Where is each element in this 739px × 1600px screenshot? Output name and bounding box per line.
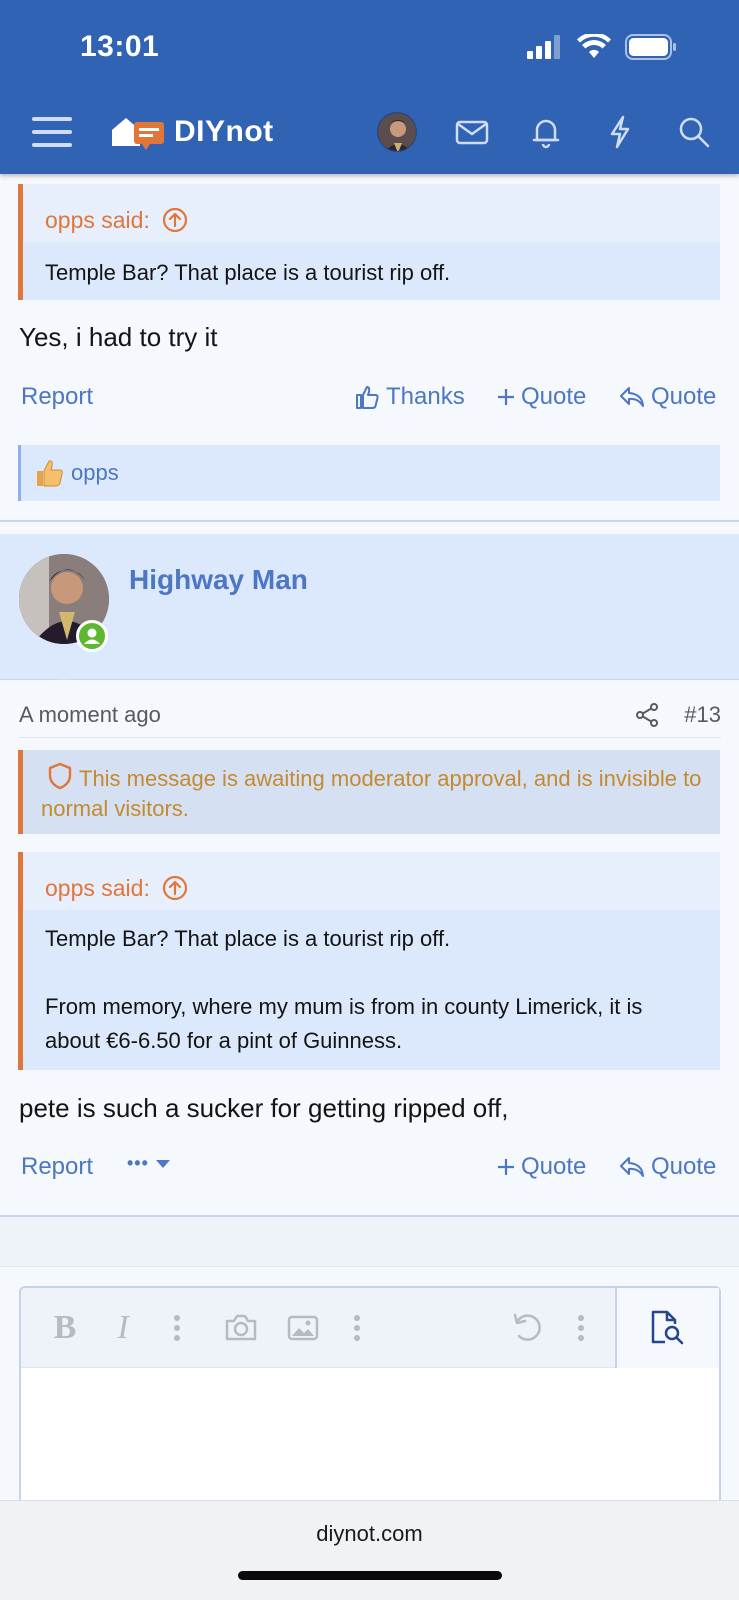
more-options-button[interactable]: •••: [127, 1153, 171, 1174]
app-header: 13:01 DIYnot: [0, 0, 739, 174]
card-pointer: [48, 679, 80, 695]
shield-icon: [48, 762, 72, 790]
quote-block: opps said: Temple Bar? That place is a t…: [18, 184, 720, 300]
image-icon[interactable]: [283, 1308, 323, 1348]
more-icon[interactable]: [561, 1308, 601, 1348]
online-status-icon: [76, 620, 108, 652]
bell-icon[interactable]: [528, 114, 564, 150]
multi-quote-label-2: Quote: [521, 1153, 587, 1180]
user-card: Highway Man: [0, 534, 739, 695]
post-divider: [0, 520, 739, 522]
section-band: [0, 1215, 739, 1267]
multi-quote-label: Quote: [521, 383, 587, 410]
thanks-label: Thanks: [386, 383, 465, 410]
quote-text-2: Temple Bar? That place is a tourist rip …: [23, 910, 720, 1070]
post-message: Yes, i had to try it: [19, 322, 218, 352]
browser-url-bar[interactable]: diynot.com: [0, 1500, 739, 1600]
thumbs-up-emoji-icon: [37, 460, 63, 487]
reply-editor[interactable]: B I: [19, 1286, 721, 1516]
arrow-up-circle-icon[interactable]: [162, 875, 188, 901]
quote-button-2[interactable]: Quote: [619, 1153, 716, 1181]
post-actions-2: Report ••• Quote Quote: [0, 1153, 739, 1193]
search-icon[interactable]: [676, 114, 712, 150]
caret-down-icon: [155, 1159, 170, 1168]
reply-icon: [620, 1157, 644, 1177]
camera-icon[interactable]: [221, 1308, 261, 1348]
quote-header[interactable]: opps said:: [23, 184, 720, 242]
multi-quote-button[interactable]: Quote: [497, 383, 586, 411]
plus-icon: [498, 389, 514, 405]
plus-icon: [498, 1159, 514, 1175]
site-logo[interactable]: DIYnot: [110, 112, 274, 152]
more-icon[interactable]: [337, 1308, 377, 1348]
thumbs-up-icon: [356, 386, 379, 409]
url-text[interactable]: diynot.com: [0, 1521, 739, 1547]
quote-author-2[interactable]: opps said:: [45, 875, 150, 902]
reaction-user[interactable]: opps: [71, 460, 119, 486]
wifi-icon: [577, 34, 611, 58]
report-label-2: Report: [21, 1153, 94, 1180]
nav-bar: DIYnot: [0, 104, 739, 160]
bolt-icon[interactable]: [602, 114, 638, 150]
status-time: 13:01: [80, 30, 160, 63]
avatar-image: [378, 113, 416, 151]
post-time[interactable]: A moment ago: [19, 702, 161, 728]
more-dots: •••: [127, 1153, 149, 1173]
avatar[interactable]: [377, 112, 417, 152]
arrow-up-circle-icon[interactable]: [162, 207, 188, 233]
quote-text: Temple Bar? That place is a tourist rip …: [23, 242, 720, 300]
mail-icon[interactable]: [454, 114, 490, 150]
battery-icon: [625, 34, 676, 60]
signal-icon: [527, 35, 560, 59]
quote-button[interactable]: Quote: [619, 383, 716, 411]
quote-line-1: Temple Bar? That place is a tourist rip …: [45, 926, 451, 951]
logo-icon: [112, 118, 164, 150]
reply-icon: [620, 387, 644, 407]
report-button[interactable]: Report: [21, 383, 93, 411]
quote-block-2: opps said: Temple Bar? That place is a t…: [18, 852, 720, 1070]
username[interactable]: Highway Man: [129, 564, 308, 596]
menu-icon[interactable]: [32, 114, 72, 150]
report-label: Report: [21, 383, 94, 410]
post-number[interactable]: #13: [684, 702, 721, 728]
more-icon[interactable]: [157, 1308, 197, 1348]
italic-icon[interactable]: I: [103, 1308, 143, 1348]
quote-label-2: Quote: [651, 1153, 717, 1180]
bold-icon[interactable]: B: [45, 1308, 85, 1348]
moderation-notice-text: This message is awaiting moderator appro…: [41, 766, 702, 821]
quote-line-2: From memory, where my mum is from in cou…: [45, 994, 643, 1053]
home-indicator: [238, 1571, 502, 1580]
share-icon[interactable]: [634, 702, 660, 728]
quote-header-2[interactable]: opps said:: [23, 852, 720, 910]
preview-button[interactable]: [615, 1288, 719, 1368]
undo-icon[interactable]: [507, 1308, 547, 1348]
thanks-button[interactable]: Thanks: [354, 383, 465, 411]
multi-quote-button-2[interactable]: Quote: [497, 1153, 586, 1181]
quote-author[interactable]: opps said:: [45, 207, 150, 234]
logo-text: DIYnot: [174, 115, 274, 148]
reactions-bar[interactable]: opps: [18, 445, 720, 501]
moderation-notice: This message is awaiting moderator appro…: [18, 750, 720, 834]
post-meta: A moment ago #13: [19, 698, 721, 738]
preview-icon: [651, 1310, 684, 1345]
post-message-2: pete is such a sucker for getting ripped…: [19, 1093, 509, 1123]
post-actions: Report Thanks Quote Quote: [0, 383, 739, 423]
quote-label: Quote: [651, 383, 717, 410]
status-icons: [527, 34, 677, 60]
editor-toolbar: B I: [21, 1288, 719, 1368]
report-button-2[interactable]: Report: [21, 1153, 93, 1181]
